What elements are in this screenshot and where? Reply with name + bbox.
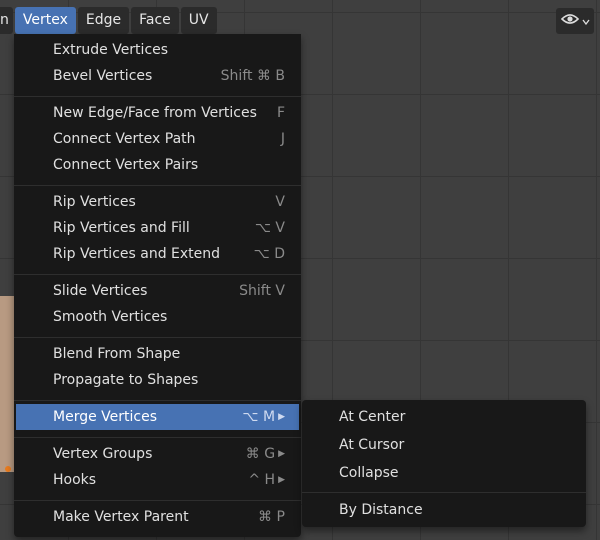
menu-item-label: Make Vertex Parent — [53, 509, 189, 525]
menu-separator — [14, 96, 301, 97]
submenu-arrow-icon: ▶ — [278, 449, 285, 459]
menu-item-label: Vertex Groups — [53, 446, 153, 462]
submenu-item-by-distance[interactable]: By Distance — [304, 497, 584, 523]
menu-item-rip-vertices-extend[interactable]: Rip Vertices and Extend ⌥ D — [16, 241, 299, 267]
menu-item-bevel-vertices[interactable]: Bevel Vertices Shift ⌘ B — [16, 63, 299, 89]
submenu-item-at-cursor[interactable]: At Cursor — [304, 432, 584, 458]
shortcut-label: ⌘ P — [258, 509, 285, 525]
menu-item-label: Rip Vertices — [53, 194, 136, 210]
merge-vertices-submenu: At Center At Cursor Collapse By Distance — [302, 400, 586, 527]
submenu-arrow-icon: ▶ — [278, 412, 285, 422]
shortcut-label: V — [275, 194, 285, 210]
shortcut-label: Shift V — [239, 283, 285, 299]
vertex-menu: Extrude Vertices Bevel Vertices Shift ⌘ … — [14, 34, 301, 537]
menu-item-connect-vertex-path[interactable]: Connect Vertex Path J — [16, 126, 299, 152]
menu-separator — [14, 437, 301, 438]
menu-item-rip-vertices-fill[interactable]: Rip Vertices and Fill ⌥ V — [16, 215, 299, 241]
menu-item-label: Propagate to Shapes — [53, 372, 199, 388]
menu-item-slide-vertices[interactable]: Slide Vertices Shift V — [16, 278, 299, 304]
submenu-item-collapse[interactable]: Collapse — [304, 460, 584, 486]
menu-item-rip-vertices[interactable]: Rip Vertices V — [16, 189, 299, 215]
eye-icon — [560, 12, 579, 30]
header-menu-edge[interactable]: Edge — [77, 7, 130, 34]
menu-item-label: Merge Vertices — [53, 409, 157, 425]
mesh-vertex — [5, 466, 11, 472]
submenu-item-at-center[interactable]: At Center — [304, 404, 584, 430]
menu-item-merge-vertices[interactable]: Merge Vertices ⌥ M ▶ — [16, 404, 299, 430]
menu-item-label: Extrude Vertices — [53, 42, 169, 58]
menu-item-label: Hooks — [53, 472, 97, 488]
shortcut-label: ⌥ M — [242, 409, 276, 425]
menu-separator — [14, 337, 301, 338]
menu-separator — [14, 400, 301, 401]
menu-item-new-edge-face[interactable]: New Edge/Face from Vertices F — [16, 100, 299, 126]
header-menu-uv[interactable]: UV — [180, 7, 217, 34]
menu-item-label: Blend From Shape — [53, 346, 181, 362]
shortcut-label: ^ H — [248, 472, 276, 488]
header-menu-vertex[interactable]: Vertex — [14, 7, 76, 34]
menu-item-label: New Edge/Face from Vertices — [53, 105, 257, 121]
menu-separator — [14, 500, 301, 501]
shortcut-label: F — [276, 105, 285, 121]
menu-item-blend-from-shape[interactable]: Blend From Shape — [16, 341, 299, 367]
menu-item-label: Slide Vertices — [53, 283, 148, 299]
menu-item-label: Rip Vertices and Fill — [53, 220, 190, 236]
shortcut-label: ⌘ G — [245, 446, 276, 462]
menu-item-make-vertex-parent[interactable]: Make Vertex Parent ⌘ P — [16, 504, 299, 530]
submenu-arrow-icon: ▶ — [278, 475, 285, 485]
shortcut-label: Shift ⌘ B — [220, 68, 285, 84]
menu-item-label: Rip Vertices and Extend — [53, 246, 221, 262]
overlay-visibility-button[interactable] — [556, 8, 594, 34]
shortcut-label: ⌥ V — [254, 220, 285, 236]
menu-item-label: Connect Vertex Pairs — [53, 157, 199, 173]
menu-separator — [14, 274, 301, 275]
menu-item-smooth-vertices[interactable]: Smooth Vertices — [16, 304, 299, 330]
menu-item-label: Bevel Vertices — [53, 68, 153, 84]
menu-item-connect-vertex-pairs[interactable]: Connect Vertex Pairs — [16, 152, 299, 178]
chevron-down-icon — [581, 13, 590, 29]
menu-item-label: Smooth Vertices — [53, 309, 168, 325]
menu-separator — [302, 492, 586, 493]
menu-separator — [14, 185, 301, 186]
header-menu-face[interactable]: Face — [131, 7, 179, 34]
shortcut-label: J — [280, 131, 285, 147]
menu-item-extrude-vertices[interactable]: Extrude Vertices — [16, 37, 299, 63]
menu-item-propagate-to-shapes[interactable]: Propagate to Shapes — [16, 367, 299, 393]
shortcut-label: ⌥ D — [253, 246, 285, 262]
header-menu-select[interactable]: n — [0, 7, 13, 34]
header-menu-bar: n Vertex Edge Face UV — [0, 7, 219, 34]
menu-item-label: Connect Vertex Path — [53, 131, 196, 147]
menu-item-vertex-groups[interactable]: Vertex Groups ⌘ G ▶ — [16, 441, 299, 467]
menu-item-hooks[interactable]: Hooks ^ H ▶ — [16, 467, 299, 493]
